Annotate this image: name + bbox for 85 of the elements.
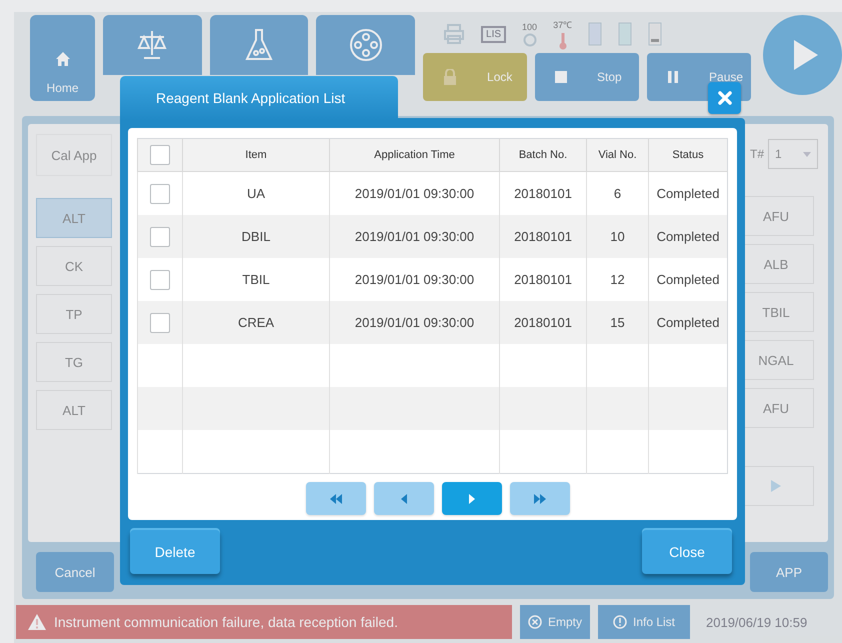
- close-icon: [718, 91, 732, 105]
- column-header: Status: [648, 138, 728, 172]
- table-cell: 20180101: [500, 258, 586, 301]
- table-cell: CREA: [182, 301, 330, 344]
- column-header: Vial No.: [586, 138, 648, 172]
- alert-message: Instrument communication failure, data reception failed.: [54, 614, 398, 630]
- row-checkbox[interactable]: [150, 312, 170, 332]
- table-cell: 20180101: [500, 215, 586, 258]
- play-icon: [771, 480, 781, 492]
- next-page-button[interactable]: [442, 482, 502, 515]
- double-right-arrow-icon: [534, 494, 546, 504]
- right-arrow-icon: [468, 494, 474, 504]
- reagent-nav-button[interactable]: [210, 15, 308, 75]
- table-cell: 10: [586, 215, 648, 258]
- first-page-button[interactable]: [306, 482, 366, 515]
- stop-icon: [555, 71, 568, 83]
- double-left-arrow-icon: [330, 494, 342, 504]
- lis-monitor-icon: LIS: [481, 26, 506, 42]
- counter-label: 100: [522, 22, 538, 32]
- table-cell: Completed: [648, 172, 728, 215]
- column-header: Application Time: [330, 138, 500, 172]
- home-label: Home: [46, 81, 79, 95]
- row-checkbox[interactable]: [150, 184, 170, 204]
- info-list-button[interactable]: Info List: [598, 605, 690, 639]
- table-cell: TBIL: [182, 258, 330, 301]
- table-cell: Completed: [648, 258, 728, 301]
- column-header: Item: [182, 138, 330, 172]
- cal-app-header: Cal App: [36, 134, 112, 176]
- sample-nav-button[interactable]: [316, 15, 416, 75]
- home-button[interactable]: Home: [30, 15, 96, 101]
- printer-icon: [443, 23, 466, 45]
- rotor-icon: [348, 28, 383, 62]
- table-cell: 6: [586, 172, 648, 215]
- item-tile[interactable]: ALT: [36, 198, 112, 238]
- delete-button[interactable]: Delete: [130, 530, 220, 574]
- table-cell: 15: [586, 301, 648, 344]
- padlock-icon: [443, 69, 458, 85]
- table-cell: Completed: [648, 215, 728, 258]
- left-arrow-icon: [400, 494, 406, 504]
- flask-icon: [243, 28, 276, 62]
- balance-scale-icon: [135, 28, 170, 62]
- date-time: 2019/06/19 10:59: [706, 614, 808, 630]
- close-button[interactable]: [708, 82, 741, 114]
- ring-icon: [522, 32, 537, 46]
- tray-label: T#: [750, 147, 764, 161]
- stop-button[interactable]: Stop: [535, 53, 640, 101]
- table-cell: UA: [182, 172, 330, 215]
- table-cell: 20180101: [500, 172, 586, 215]
- column-header: Batch No.: [500, 138, 586, 172]
- bottle-icon: [618, 22, 632, 46]
- table-cell: 2019/01/01 09:30:00: [330, 258, 500, 301]
- row-checkbox[interactable]: [150, 226, 170, 246]
- calibration-nav-button[interactable]: [103, 15, 202, 75]
- table-cell: DBIL: [182, 215, 330, 258]
- row-checkbox[interactable]: [150, 270, 170, 290]
- last-page-button[interactable]: [510, 482, 570, 515]
- cancel-button[interactable]: Cancel: [36, 552, 114, 592]
- tray-dropdown[interactable]: 1: [768, 139, 818, 169]
- circle-x-icon: [528, 615, 542, 629]
- close-dialog-button[interactable]: Close: [642, 530, 732, 574]
- table-cell: Completed: [648, 301, 728, 344]
- table-cell: 12: [586, 258, 648, 301]
- warning-icon: [28, 614, 46, 630]
- select-all-checkbox[interactable]: [150, 145, 170, 165]
- dialog-title: Reagent Blank Application List: [120, 76, 398, 120]
- info-icon: [612, 615, 627, 629]
- pause-icon: [667, 71, 680, 83]
- app-button[interactable]: APP: [750, 552, 828, 592]
- table-cell: 2019/01/01 09:30:00: [330, 301, 500, 344]
- play-icon: [792, 38, 820, 72]
- item-tile[interactable]: ALT: [36, 390, 112, 430]
- lock-button[interactable]: Lock: [423, 53, 528, 101]
- bottle-icon: [588, 22, 602, 46]
- temperature-label: 37℃: [553, 19, 572, 31]
- table-cell: 20180101: [500, 301, 586, 344]
- house-icon: [54, 51, 71, 67]
- empty-button[interactable]: Empty: [520, 605, 590, 639]
- item-tile[interactable]: TG: [36, 342, 112, 382]
- item-tile[interactable]: CK: [36, 246, 112, 286]
- bottle-icon: [648, 22, 662, 46]
- table-cell: 2019/01/01 09:30:00: [330, 215, 500, 258]
- item-tile[interactable]: TP: [36, 294, 112, 334]
- thermometer-icon: [558, 32, 568, 50]
- caret-icon: [803, 152, 812, 156]
- table-cell: 2019/01/01 09:30:00: [330, 172, 500, 215]
